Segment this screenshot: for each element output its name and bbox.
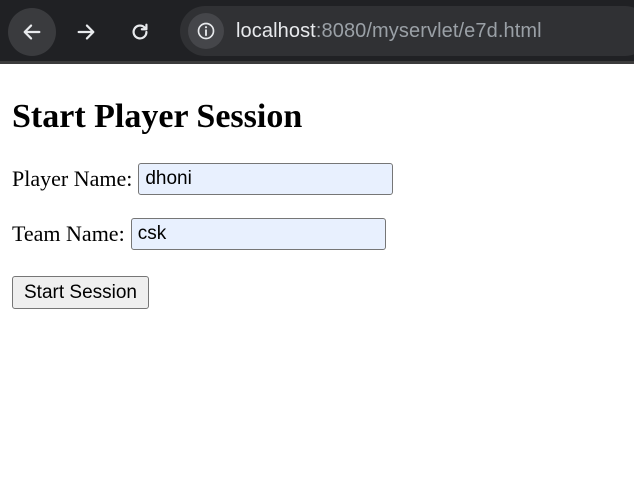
url-host: localhost bbox=[236, 19, 316, 42]
reload-button[interactable] bbox=[116, 8, 164, 56]
page-content: Start Player Session Player Name: Team N… bbox=[0, 64, 634, 309]
session-form: Player Name: Team Name: Start Session bbox=[12, 163, 622, 309]
start-session-button[interactable]: Start Session bbox=[12, 276, 149, 309]
info-icon bbox=[197, 22, 215, 40]
reload-icon bbox=[132, 23, 148, 40]
back-arrow-icon bbox=[23, 24, 41, 40]
player-name-label: Player Name: bbox=[12, 166, 133, 191]
forward-button[interactable] bbox=[62, 8, 110, 56]
url-text[interactable]: localhost:8080/myservlet/e7d.html bbox=[236, 20, 542, 43]
site-info-button[interactable] bbox=[188, 13, 224, 49]
url-path: :8080/myservlet/e7d.html bbox=[315, 19, 542, 42]
team-name-input[interactable] bbox=[130, 218, 386, 250]
page-title: Start Player Session bbox=[12, 98, 303, 135]
player-name-input[interactable] bbox=[138, 163, 394, 195]
team-name-label: Team Name: bbox=[12, 221, 125, 246]
browser-toolbar: localhost:8080/myservlet/e7d.html bbox=[0, 0, 634, 64]
team-name-row: Team Name: bbox=[12, 218, 622, 250]
player-name-row: Player Name: bbox=[12, 163, 622, 195]
address-bar[interactable]: localhost:8080/myservlet/e7d.html bbox=[180, 6, 634, 56]
forward-arrow-icon bbox=[77, 24, 95, 40]
back-button[interactable] bbox=[8, 8, 56, 56]
